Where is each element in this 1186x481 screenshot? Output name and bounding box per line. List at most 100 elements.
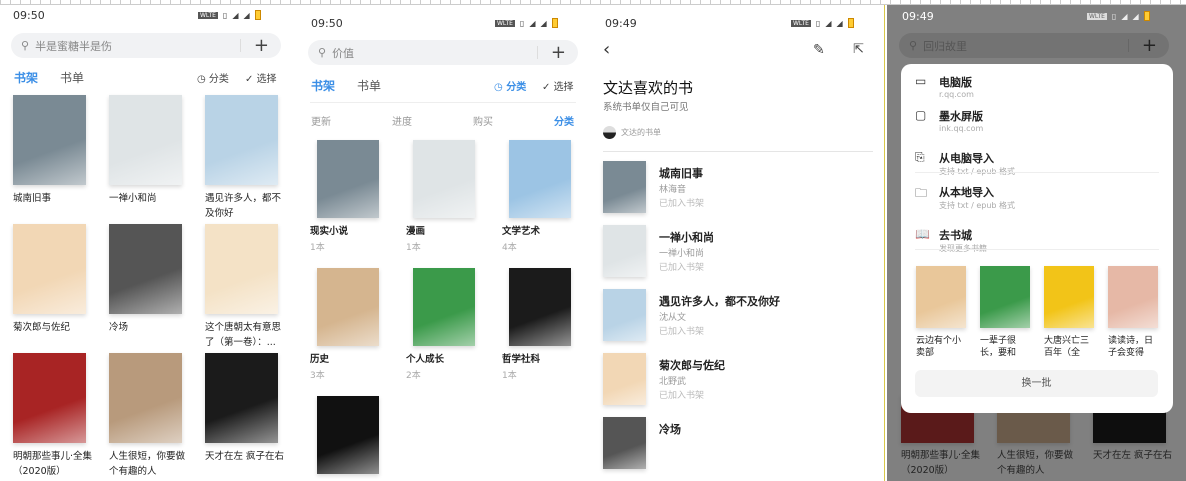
book-title[interactable]: 这个唐朝太有意思了（第一卷）：... xyxy=(205,320,285,350)
search-input[interactable]: ⚲ 价值 + xyxy=(308,40,578,65)
category-button[interactable]: ◷ 分类 xyxy=(494,78,526,93)
divider xyxy=(915,172,1159,173)
book-cover[interactable] xyxy=(205,224,278,314)
category-cover[interactable] xyxy=(413,140,475,218)
category-cover[interactable] xyxy=(413,268,475,346)
search-placeholder: 价值 xyxy=(332,46,355,60)
category-button[interactable]: ◷ 分类 xyxy=(197,70,229,85)
category-cover[interactable] xyxy=(509,140,571,218)
tab-bookshelf[interactable]: 书架 xyxy=(14,69,38,86)
book-cover[interactable] xyxy=(603,161,646,213)
recommend-cover[interactable] xyxy=(980,266,1030,328)
book-title[interactable]: 菊次郎与佐纪 xyxy=(13,320,93,335)
category-name[interactable]: 现实小说 xyxy=(310,224,390,239)
screen-add-menu: 09:49 WLTE ▯ ◢ ◢ ⚲ 回归故里 + 明朝那些事儿·全集（2020版） 人… xyxy=(887,5,1186,481)
book-title[interactable]: 城南旧事 xyxy=(13,191,93,206)
subtab-update[interactable]: 更新 xyxy=(311,113,331,128)
search-input[interactable]: ⚲ 半是蜜糖半是伤 + xyxy=(11,33,281,58)
search-placeholder: 半是蜜糖半是伤 xyxy=(35,39,113,53)
book-title[interactable]: 明朝那些事儿·全集（2020版） xyxy=(13,449,93,479)
status-icons: WLTE ▯ ◢ ◢ xyxy=(198,10,261,20)
subtab-category[interactable]: 分类 xyxy=(554,113,574,128)
book-status: 已加入书架 xyxy=(659,327,705,337)
avatar xyxy=(603,126,616,139)
book-cover[interactable] xyxy=(13,353,86,443)
tab-booklist[interactable]: 书单 xyxy=(357,77,381,94)
category-cover[interactable] xyxy=(317,268,379,346)
category-count: 2本 xyxy=(406,371,421,381)
refresh-button[interactable]: 换一批 xyxy=(915,370,1158,397)
owner-name[interactable]: 文达的书单 xyxy=(621,127,661,138)
divider xyxy=(603,151,873,152)
share-icon[interactable]: ⇱ xyxy=(853,42,864,57)
recommend-cover[interactable] xyxy=(916,266,966,328)
book-status: 已加入书架 xyxy=(659,263,705,273)
recommend-cover[interactable] xyxy=(1044,266,1094,328)
menu-item[interactable]: ▭ 电脑版 r.qq.com xyxy=(915,74,974,99)
screen-booklist-detail: 09:49 WLTE ▯ ◢ ◢ ‹ ✎ ⇱ 文达喜欢的书 系统书单仅自己可见 文达的… xyxy=(591,5,885,481)
book-cover[interactable] xyxy=(603,417,646,469)
book-title[interactable]: 人生很短，你要做个有趣的人 xyxy=(109,449,189,479)
book-author: 沈从文 xyxy=(659,313,687,323)
menu-item[interactable]: 🗀 从本地导入 支持 txt / epub 格式 xyxy=(915,184,1015,211)
book-cover[interactable] xyxy=(13,224,86,314)
book-author: 一禅小和尚 xyxy=(659,249,705,259)
category-name[interactable]: 个人成长 xyxy=(406,352,486,367)
status-time: 09:49 xyxy=(902,10,934,23)
book-title[interactable]: 冷场 xyxy=(659,421,681,437)
category-name[interactable]: 历史 xyxy=(310,352,390,367)
recommend-title[interactable]: 云边有个小卖部 xyxy=(916,335,968,359)
tab-booklist[interactable]: 书单 xyxy=(60,69,84,86)
book-cover[interactable] xyxy=(603,225,646,277)
tab-bookshelf[interactable]: 书架 xyxy=(311,77,335,94)
search-placeholder: 回归故里 xyxy=(923,39,968,53)
book-title[interactable]: 一禅小和尚 xyxy=(659,229,714,245)
divider xyxy=(310,102,576,103)
book-title[interactable]: 一禅小和尚 xyxy=(109,191,189,206)
add-icon[interactable]: + xyxy=(254,33,269,58)
screen-bookshelf: 09:50 WLTE ▯ ◢ ◢ ⚲ 半是蜜糖半是伤 + 书架 书单 ◷ 分类 ✓ 选择… xyxy=(0,5,296,481)
status-time: 09:50 xyxy=(13,9,45,22)
category-name[interactable]: 漫画 xyxy=(406,224,486,239)
subtab-purchase[interactable]: 购买 xyxy=(473,113,493,128)
recommend-title[interactable]: 读读诗，日子会变得潇... xyxy=(1108,335,1160,359)
category-cover[interactable] xyxy=(317,140,379,218)
category-cover[interactable] xyxy=(317,396,379,474)
book-cover[interactable] xyxy=(603,289,646,341)
menu-item[interactable]: ▢ 墨水屏版 ink.qq.com xyxy=(915,108,983,133)
add-icon[interactable]: + xyxy=(1142,33,1157,58)
page-title: 文达喜欢的书 xyxy=(603,79,694,97)
recommend-cover[interactable] xyxy=(1108,266,1158,328)
book-title[interactable]: 天才在左 疯子在右 xyxy=(205,449,285,464)
book-cover[interactable] xyxy=(603,353,646,405)
select-button[interactable]: ✓ 选择 xyxy=(542,78,574,93)
book-cover[interactable] xyxy=(109,353,182,443)
subtab-progress[interactable]: 进度 xyxy=(392,113,412,128)
book-title[interactable]: 遇见许多人，都不及你好 xyxy=(205,191,285,221)
book-title[interactable]: 遇见许多人，都不及你好 xyxy=(659,293,780,309)
add-icon[interactable]: + xyxy=(551,40,566,65)
category-name[interactable]: 哲学社科 xyxy=(502,352,582,367)
recommend-title[interactable]: 大唐兴亡三百年（全集... xyxy=(1044,335,1096,359)
select-button[interactable]: ✓ 选择 xyxy=(245,70,277,85)
tablet-icon: ▢ xyxy=(915,108,927,122)
category-count: 3本 xyxy=(310,371,325,381)
book-cover[interactable] xyxy=(109,224,182,314)
recommend-title[interactable]: 一辈子很长，要和有... xyxy=(980,335,1032,359)
book-title[interactable]: 菊次郎与佐纪 xyxy=(659,357,725,373)
book-cover[interactable] xyxy=(205,95,278,185)
book-cover[interactable] xyxy=(13,95,86,185)
book-cover[interactable] xyxy=(109,95,182,185)
back-icon[interactable]: ‹ xyxy=(603,39,610,60)
status-icons: WLTE ▯ ◢ ◢ xyxy=(495,18,558,28)
category-name[interactable]: 文学艺术 xyxy=(502,224,582,239)
search-icon: ⚲ xyxy=(21,39,30,52)
book-title[interactable]: 城南旧事 xyxy=(659,165,703,181)
book-title[interactable]: 冷场 xyxy=(109,320,189,335)
category-count: 1本 xyxy=(406,243,421,253)
category-cover[interactable] xyxy=(509,268,571,346)
search-input[interactable]: ⚲ 回归故里 + xyxy=(899,33,1169,58)
category-count: 4本 xyxy=(502,243,517,253)
edit-icon[interactable]: ✎ xyxy=(813,42,825,58)
book-cover[interactable] xyxy=(205,353,278,443)
